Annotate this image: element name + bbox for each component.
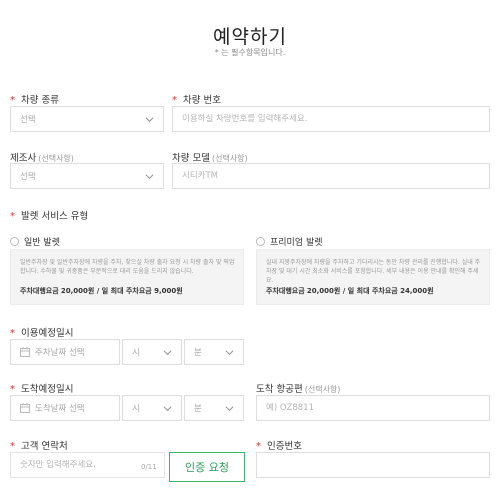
service-general-label: 일반 발렛 (24, 238, 60, 248)
required-mark: * (10, 328, 15, 339)
vehicle-type-value: 선택 (20, 115, 36, 125)
exit-datetime-label: * 도착예정일시 (10, 384, 74, 395)
chevron-down-icon (145, 117, 154, 123)
entry-minute-value: 분 (194, 348, 202, 358)
vehicle-number-label: * 차량 번호 (172, 95, 221, 106)
flight-number-input[interactable] (266, 403, 489, 413)
exit-date-field[interactable]: 도착날짜 선택 (10, 395, 120, 421)
model-label: 차량 모델 (선택사항) (172, 153, 248, 164)
required-mark: * (10, 384, 15, 395)
entry-hour-select[interactable]: 시 (122, 339, 182, 365)
service-general-description: 일반주차장 및 일반주차장에 차량을 주차, 찾으실 차량 출차 요청 시 차량… (20, 259, 235, 275)
model-input[interactable] (182, 171, 489, 181)
service-premium-description: 실내 지붕주차장에 차량을 주차하고 기다리시는 동안 차량 관리를 진행합니다… (266, 259, 481, 284)
service-premium-fee: 주차대행요금 20,000원 / 일 최대 주차요금 24,000원 (266, 287, 434, 295)
chevron-down-icon (163, 350, 172, 356)
page-title: 예약하기 (213, 26, 287, 48)
verification-code-input[interactable] (266, 460, 489, 470)
maker-label: 제조사 (선택사항) (10, 153, 74, 164)
required-mark: * (10, 211, 15, 222)
service-general-radio[interactable] (10, 237, 19, 246)
verification-code-field[interactable] (256, 452, 490, 478)
verify-request-button[interactable]: 인증 요청 (169, 452, 245, 482)
vehicle-type-label: * 차량 종류 (10, 95, 59, 106)
vehicle-number-input[interactable] (182, 114, 489, 124)
exit-minute-select[interactable]: 분 (184, 395, 244, 421)
required-note: * 는 필수항목입니다. (214, 48, 286, 57)
exit-date-placeholder: 도착날짜 선택 (35, 404, 85, 414)
entry-minute-select[interactable]: 분 (184, 339, 244, 365)
flight-number-label: 도착 항공편 (선택사항) (256, 384, 341, 395)
phone-input[interactable] (20, 460, 135, 470)
required-mark: * (10, 95, 15, 106)
entry-hour-value: 시 (132, 348, 140, 358)
entry-date-field[interactable]: 주차날짜 선택 (10, 339, 120, 365)
calendar-icon (20, 403, 30, 413)
vehicle-number-field[interactable] (172, 106, 490, 132)
chevron-down-icon (225, 406, 234, 412)
maker-value: 선택 (20, 172, 36, 182)
model-field[interactable] (172, 163, 490, 189)
phone-label: * 고객 연락처 (10, 441, 68, 452)
service-type-label: * 발렛 서비스 유형 (10, 211, 89, 222)
service-premium-label: 프리미엄 발렛 (270, 238, 323, 248)
maker-select[interactable]: 선택 (10, 163, 164, 189)
exit-minute-value: 분 (194, 404, 202, 414)
calendar-icon (20, 347, 30, 357)
vehicle-type-select[interactable]: 선택 (10, 106, 164, 132)
chevron-down-icon (163, 406, 172, 412)
required-mark: * (10, 441, 15, 452)
entry-date-placeholder: 주차날짜 선택 (35, 348, 85, 358)
service-premium-card[interactable]: 실내 지붕주차장에 차량을 주차하고 기다리시는 동안 차량 관리를 진행합니다… (256, 249, 490, 305)
required-mark: * (172, 95, 177, 106)
service-premium-radio[interactable] (256, 237, 265, 246)
service-general-fee: 주차대행요금 20,000원 / 일 최대 주차요금 9,000원 (20, 287, 183, 295)
chevron-down-icon (145, 174, 154, 180)
required-mark: * (256, 441, 261, 452)
service-general-card[interactable]: 일반주차장 및 일반주차장에 차량을 주차, 찾으실 차량 출차 요청 시 차량… (10, 249, 244, 305)
phone-char-counter: 0/11 (141, 463, 157, 471)
flight-number-field[interactable] (256, 395, 490, 421)
entry-datetime-label: * 이용예정일시 (10, 328, 74, 339)
exit-hour-value: 시 (132, 404, 140, 414)
exit-hour-select[interactable]: 시 (122, 395, 182, 421)
verification-label: * 인증번호 (256, 441, 302, 452)
chevron-down-icon (225, 350, 234, 356)
